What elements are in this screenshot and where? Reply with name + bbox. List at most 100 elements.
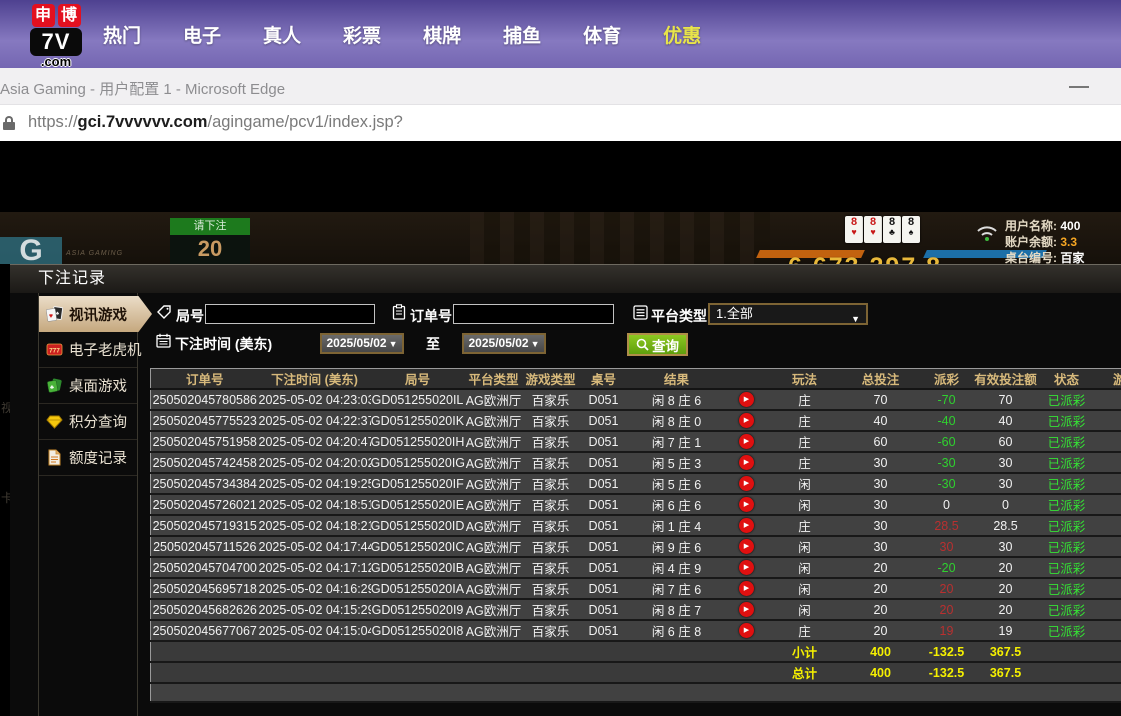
play-icon[interactable]: ▶ [739, 623, 754, 638]
platform-type-select[interactable]: 1.全部 ▼ [708, 303, 868, 325]
play-icon[interactable]: ▶ [739, 497, 754, 512]
payout-cell: -70 [921, 389, 973, 410]
play-icon[interactable]: ▶ [739, 560, 754, 575]
cell [629, 683, 725, 702]
replay-cell: ▶ [725, 536, 769, 557]
minimize-button[interactable] [1060, 76, 1100, 100]
sidebar-item-quota-records[interactable]: 额度记录 [39, 440, 137, 476]
cell [371, 662, 465, 683]
play-icon[interactable]: ▶ [739, 476, 754, 491]
play-icon[interactable]: ▶ [739, 518, 754, 533]
status-cell: 已派彩 [1039, 452, 1095, 473]
user-name-value: 400 [1060, 219, 1080, 233]
total-bet-cell: 20 [841, 599, 921, 620]
play-icon[interactable]: ▶ [739, 581, 754, 596]
bet-countdown-value: 20 [170, 235, 250, 264]
play-icon[interactable]: ▶ [739, 413, 754, 428]
play-icon[interactable]: ▶ [739, 392, 754, 407]
column-header: 游 [1095, 369, 1121, 390]
nav-item-slots[interactable]: 电子 [183, 21, 221, 48]
result-cell: 闲 7 庄 1 [629, 431, 725, 452]
browser-title-bar: Asia Gaming - 用户配置 1 - Microsoft Edge [0, 68, 1121, 105]
overflow-cell [1095, 515, 1121, 536]
table-row: 2505020457755232025-05-02 04:22:37GD0512… [151, 410, 1121, 431]
overflow-cell [1095, 578, 1121, 599]
search-button[interactable]: 查询 [627, 333, 688, 356]
nav-item-lottery[interactable]: 彩票 [343, 21, 381, 48]
play-icon[interactable]: ▶ [739, 602, 754, 617]
modal-sidebar: ♠ ♥ 视讯游戏 777 电子老虎机 [38, 293, 138, 716]
bet-type-cell: 闲 [769, 599, 841, 620]
play-icon[interactable]: ▶ [739, 455, 754, 470]
result-cell: 闲 8 庄 0 [629, 410, 725, 431]
game-cell: 百家乐 [523, 431, 579, 452]
replay-cell: ▶ [725, 578, 769, 599]
slot-machines-image [470, 212, 770, 264]
sidebar-item-label: 视讯游戏 [69, 304, 127, 325]
logo-char-2: 博 [58, 4, 81, 27]
table-row: 2505020456957182025-05-02 04:16:29GD0512… [151, 578, 1121, 599]
status-cell: 已派彩 [1039, 557, 1095, 578]
bet-type-cell: 庄 [769, 431, 841, 452]
time-cell: 2025-05-02 04:23:03 [259, 389, 371, 410]
nav-item-fishing[interactable]: 捕鱼 [503, 21, 541, 48]
chevron-down-icon: ▼ [531, 339, 540, 349]
cell: 367.5 [973, 662, 1039, 683]
lock-icon [3, 116, 15, 130]
order-cell: 250502045677067 [151, 620, 259, 641]
platform-cell: AG欧洲厅 [465, 494, 523, 515]
sidebar-item-table-games[interactable]: ♣ 桌面游戏 [39, 368, 137, 404]
payout-cell: 20 [921, 578, 973, 599]
nav-items: 热门 电子 真人 彩票 棋牌 捕鱼 体育 优惠 [103, 0, 701, 68]
nav-item-hot[interactable]: 热门 [103, 21, 141, 48]
page-content: G ASIA GAMING 请下注 20 8♥ 8♥ 8♣ 8♠ 6,673,2… [0, 141, 1121, 716]
svg-text:777: 777 [49, 348, 60, 355]
nav-item-promo[interactable]: 优惠 [663, 21, 701, 48]
date-to-select[interactable]: 2025/05/02▼ [462, 333, 546, 354]
total-bet-cell: 20 [841, 578, 921, 599]
order-number-input[interactable] [453, 304, 614, 324]
valid-bet-cell: 0 [973, 494, 1039, 515]
game-cell: 百家乐 [523, 599, 579, 620]
magnifier-icon [636, 338, 649, 351]
cell [259, 662, 371, 683]
order-cell: 250502045726021 [151, 494, 259, 515]
sidebar-item-slot-machines[interactable]: 777 电子老虎机 [39, 332, 137, 368]
time-cell: 2025-05-02 04:20:02 [259, 452, 371, 473]
modal-body: ♠ ♥ 视讯游戏 777 电子老虎机 [10, 293, 1121, 716]
cell: 400 [841, 641, 921, 662]
cell [725, 662, 769, 683]
platform-cell: AG欧洲厅 [465, 473, 523, 494]
play-icon[interactable]: ▶ [739, 434, 754, 449]
browser-url-bar[interactable]: https://gci.7vvvvvv.com/agingame/pcv1/in… [0, 105, 1121, 141]
valid-bet-cell: 20 [973, 578, 1039, 599]
payout-cell: -20 [921, 557, 973, 578]
order-number-label: 订单号 [410, 306, 452, 326]
status-cell: 已派彩 [1039, 431, 1095, 452]
user-info-panel: 用户名称: 400 账户余额: 3.3 桌台编号: 百家 [1005, 218, 1084, 266]
balance-label: 账户余额: [1005, 235, 1057, 249]
nav-item-sports[interactable]: 体育 [583, 21, 621, 48]
date-from-select[interactable]: 2025/05/02▼ [320, 333, 404, 354]
time-cell: 2025-05-02 04:22:37 [259, 410, 371, 431]
table-row: 2505020457047002025-05-02 04:17:12GD0512… [151, 557, 1121, 578]
replay-cell: ▶ [725, 557, 769, 578]
cell [1095, 662, 1121, 683]
site-logo[interactable]: 申 博 7V .com [12, 4, 100, 69]
sidebar-item-label: 积分查询 [69, 411, 127, 432]
sidebar-item-points-query[interactable]: 积分查询 [39, 404, 137, 440]
round-cell: GD051255020IK [371, 410, 465, 431]
valid-bet-cell: 28.5 [973, 515, 1039, 536]
round-number-input[interactable] [205, 304, 375, 324]
result-cell: 闲 6 庄 6 [629, 494, 725, 515]
overflow-cell [1095, 389, 1121, 410]
platform-cell: AG欧洲厅 [465, 431, 523, 452]
round-cell: GD051255020IH [371, 431, 465, 452]
table-no-cell: D051 [579, 431, 629, 452]
nav-item-board[interactable]: 棋牌 [423, 21, 461, 48]
sidebar-item-live-games[interactable]: ♠ ♥ 视讯游戏 [39, 296, 152, 332]
play-icon[interactable]: ▶ [739, 539, 754, 554]
nav-item-live[interactable]: 真人 [263, 21, 301, 48]
playing-cards-icon: ♠ ♥ [46, 306, 63, 323]
logo-char-1: 申 [32, 4, 55, 27]
